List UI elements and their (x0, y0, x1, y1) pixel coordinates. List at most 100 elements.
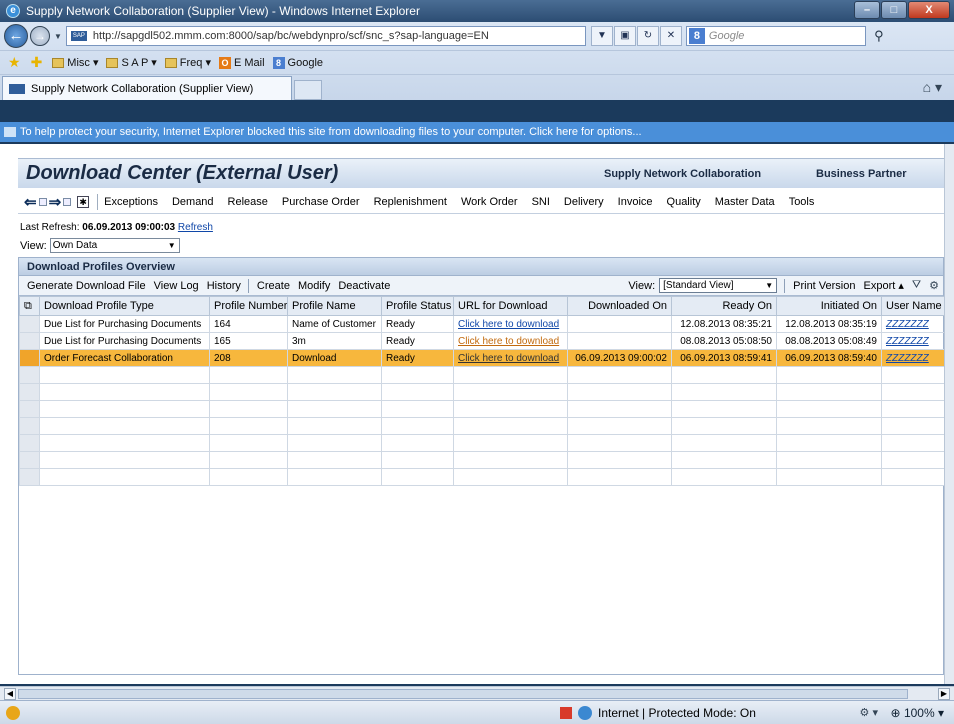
create-button[interactable]: Create (257, 280, 290, 292)
forward-icon[interactable]: → (30, 26, 50, 46)
modify-button[interactable]: Modify (298, 280, 330, 292)
address-tools: ▼ ▣ ↻ ✕ (590, 26, 682, 46)
security-zone[interactable]: Internet | Protected Mode: On (560, 706, 756, 720)
overview-icon[interactable]: ✱ (77, 195, 90, 208)
scroll-thumb[interactable] (18, 689, 908, 699)
compat-view-icon[interactable]: ▣ (613, 26, 636, 46)
back-dropdown-icon[interactable] (38, 197, 47, 206)
table-row[interactable]: Due List for Purchasing Documents 164 Na… (19, 315, 944, 333)
col-downloaded-on[interactable]: Downloaded On (567, 296, 672, 316)
menu-work-order[interactable]: Work Order (461, 196, 518, 208)
row-selector[interactable] (19, 349, 40, 367)
menu-master-data[interactable]: Master Data (715, 196, 775, 208)
address-bar[interactable]: SAP http://sapgdl502.mmm.com:8000/sap/bc… (65, 26, 586, 46)
select-all-icon[interactable]: ⧉ (19, 296, 40, 316)
outlook-icon: O (218, 56, 231, 69)
refresh-link[interactable]: Refresh (178, 222, 213, 233)
menu-replenishment[interactable]: Replenishment (374, 196, 447, 208)
deactivate-button[interactable]: Deactivate (338, 280, 390, 292)
menu-quality[interactable]: Quality (667, 196, 701, 208)
table-row-selected[interactable]: Order Forecast Collaboration 208 Downloa… (19, 349, 944, 367)
download-profiles-table: ⧉ Download Profile Type Profile Number P… (19, 296, 944, 486)
scroll-right-icon[interactable]: ▶ (938, 688, 950, 700)
menu-release[interactable]: Release (228, 196, 268, 208)
scroll-left-icon[interactable]: ◀ (4, 688, 16, 700)
menu-sni[interactable]: SNI (532, 196, 550, 208)
google-icon: 8 (688, 28, 705, 44)
history-dropdown-icon[interactable]: ▼ (54, 32, 62, 41)
col-profile-status[interactable]: Profile Status (381, 296, 454, 316)
col-ready-on[interactable]: Ready On (671, 296, 777, 316)
empty-row (19, 434, 944, 452)
table-view-select[interactable]: [Standard View] ▼ (659, 278, 778, 293)
print-version-button[interactable]: Print Version (793, 280, 855, 292)
download-blocked-icon (4, 127, 16, 137)
user-link[interactable]: ZZZZZZZ (886, 336, 929, 347)
download-link[interactable]: Click here to download (458, 336, 559, 347)
col-user-name[interactable]: User Name (881, 296, 944, 316)
maximize-button[interactable]: □ (881, 1, 907, 19)
menu-delivery[interactable]: Delivery (564, 196, 604, 208)
menu-purchase-order[interactable]: Purchase Order (282, 196, 360, 208)
download-link[interactable]: Click here to download (458, 319, 559, 330)
col-profile-type[interactable]: Download Profile Type (39, 296, 210, 316)
history-button[interactable]: History (207, 280, 241, 292)
stop-icon[interactable]: ✕ (659, 26, 682, 46)
view-selector: View: Own Data ▼ (20, 238, 180, 253)
back-arrow-icon[interactable]: ⇐ (24, 193, 37, 211)
view-select[interactable]: Own Data ▼ (49, 238, 180, 253)
settings-icon[interactable]: ⚙ (929, 279, 939, 292)
window-title: Supply Network Collaboration (Supplier V… (26, 4, 420, 18)
last-refresh: Last Refresh: 06.09.2013 09:00:03 Refres… (20, 222, 213, 233)
search-icon[interactable]: ⚲ (870, 26, 888, 46)
address-dropdown-icon[interactable]: ▼ (590, 26, 613, 46)
horizontal-scrollbar[interactable]: ◀ ▶ (0, 686, 954, 700)
menu-exceptions[interactable]: Exceptions (104, 196, 158, 208)
user-link[interactable]: ZZZZZZZ (886, 319, 929, 330)
new-tab-button[interactable] (294, 80, 322, 100)
window-titlebar: e Supply Network Collaboration (Supplier… (0, 0, 954, 22)
col-profile-name[interactable]: Profile Name (287, 296, 382, 316)
toolbar-separator (784, 278, 786, 293)
col-profile-number[interactable]: Profile Number (209, 296, 288, 316)
security-infobar[interactable]: To help protect your security, Internet … (0, 122, 954, 142)
fav-email[interactable]: OE Mail (218, 56, 265, 69)
col-initiated-on[interactable]: Initiated On (776, 296, 882, 316)
view-log-button[interactable]: View Log (154, 280, 199, 292)
row-selector[interactable] (19, 332, 40, 350)
favorites-star-icon[interactable]: ★ (8, 54, 21, 71)
warning-icon[interactable] (6, 705, 20, 720)
fav-sap[interactable]: S A P ▾ (106, 56, 157, 69)
forward-dropdown-icon[interactable] (63, 197, 72, 206)
forward-arrow-icon[interactable]: ⇒ (49, 193, 62, 211)
export-button[interactable]: Export ▴ (864, 279, 904, 292)
generate-download-button[interactable]: Generate Download File (27, 280, 146, 292)
snc-header-link[interactable]: Supply Network Collaboration (604, 168, 761, 180)
fav-freq[interactable]: Freq ▾ (164, 56, 211, 69)
user-link[interactable]: ZZZZZZZ (886, 353, 929, 364)
add-favorite-icon[interactable]: ✚ (31, 54, 43, 71)
menu-demand[interactable]: Demand (172, 196, 214, 208)
filter-icon[interactable]: ⛛ (912, 279, 921, 292)
back-icon[interactable]: ← (4, 24, 28, 48)
address-row: ← → ▼ SAP http://sapgdl502.mmm.com:8000/… (0, 22, 954, 50)
table-row[interactable]: Due List for Purchasing Documents 165 3m… (19, 332, 944, 350)
col-url[interactable]: URL for Download (453, 296, 568, 316)
business-partner-link[interactable]: Business Partner (816, 168, 906, 180)
safety-icon[interactable]: ⚙ ▾ (860, 706, 878, 719)
minimize-button[interactable]: – (854, 1, 880, 19)
history-nav: ⇐ ⇒ ✱ (24, 193, 90, 211)
vertical-scrollbar[interactable] (944, 144, 954, 684)
zoom-level[interactable]: ⊕ 100% ▾ (891, 706, 944, 720)
refresh-icon[interactable]: ↻ (636, 26, 659, 46)
menu-invoice[interactable]: Invoice (618, 196, 653, 208)
row-selector[interactable] (19, 315, 40, 333)
search-input[interactable]: 8 Google (685, 26, 866, 46)
fav-misc[interactable]: Misc ▾ (52, 56, 98, 69)
browser-tab[interactable]: Supply Network Collaboration (Supplier V… (2, 76, 292, 100)
download-link[interactable]: Click here to download (458, 353, 559, 364)
fav-google[interactable]: 8 Google (272, 56, 323, 69)
menu-tools[interactable]: Tools (789, 196, 815, 208)
close-button[interactable]: X (908, 1, 950, 19)
home-icon[interactable]: ⌂ ▾ (923, 79, 942, 96)
